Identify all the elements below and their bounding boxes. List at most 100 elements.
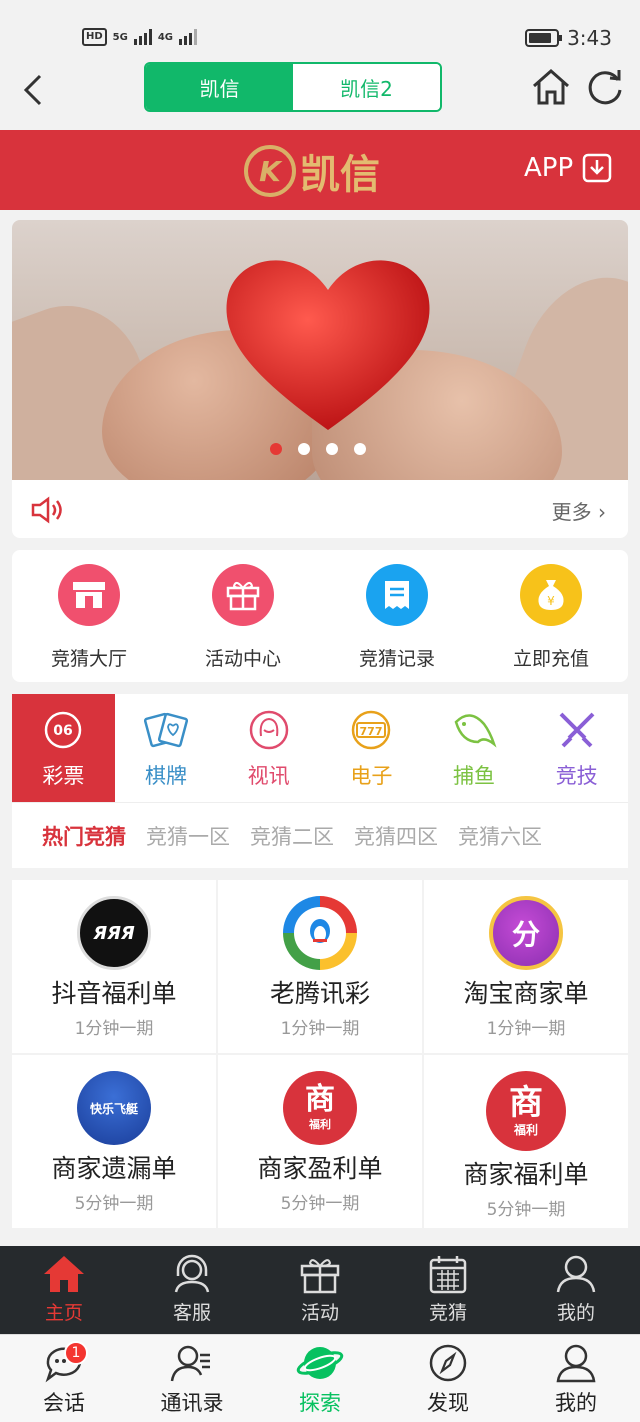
app-download-button[interactable]: APP <box>524 152 613 184</box>
tab-mine[interactable]: 我的 <box>512 1246 640 1334</box>
category-slots[interactable]: 777 电子 <box>320 694 423 802</box>
game-name: 抖音福利单 <box>51 979 177 1008</box>
quick-action-label: 活动中心 <box>204 648 281 670</box>
tab-label: 主页 <box>44 1302 83 1324</box>
quick-action-recharge[interactable]: ¥ 立即充值 <box>474 550 628 682</box>
tab-label: 会话 <box>43 1391 85 1415</box>
tab-kaixin2[interactable]: 凯信2 <box>293 64 440 110</box>
carousel-dot[interactable] <box>326 443 338 455</box>
wx-tab-explore[interactable]: 探索 <box>256 1335 384 1422</box>
lottery-badge-text: 06 <box>54 723 73 739</box>
tab-home[interactable]: 主页 <box>0 1246 128 1334</box>
category-lottery[interactable]: 06 彩票 <box>12 694 115 802</box>
brand-logo: K 凯信 <box>244 142 380 200</box>
quick-action-label: 立即充值 <box>512 648 589 670</box>
tab-service[interactable]: 客服 <box>128 1246 256 1334</box>
quick-action-events[interactable]: 活动中心 <box>166 550 320 682</box>
zone-tab-2[interactable]: 竞猜二区 <box>250 821 334 851</box>
category-cards[interactable]: 棋牌 <box>115 694 218 802</box>
game-card[interactable]: 分 淘宝商家单 1分钟一期 <box>424 880 628 1053</box>
wx-tab-contacts[interactable]: 通讯录 <box>128 1335 256 1422</box>
game-logo-icon <box>283 896 357 970</box>
game-card[interactable]: 商 福利 商家福利单 5分钟一期 <box>424 1055 628 1228</box>
category-fishing[interactable]: 捕鱼 <box>423 694 526 802</box>
tab-label: 通讯录 <box>160 1391 224 1415</box>
quick-actions: 竞猜大厅 活动中心 竞猜记录 ¥ 立即充值 <box>12 550 628 682</box>
game-logo-icon: ЯЯЯ <box>77 896 151 970</box>
game-card[interactable]: 商 福利 商家盈利单 5分钟一期 <box>218 1055 422 1228</box>
game-period: 1分钟一期 <box>74 1019 154 1039</box>
wx-tab-discover[interactable]: 发现 <box>384 1335 512 1422</box>
carousel-dot[interactable] <box>298 443 310 455</box>
quick-action-lobby[interactable]: 竞猜大厅 <box>12 550 166 682</box>
category-label: 竞技 <box>555 764 598 788</box>
game-logo-subtext: 福利 <box>309 1118 331 1131</box>
game-logo-text: 商 <box>509 1082 543 1123</box>
tab-label: 活动 <box>300 1302 339 1324</box>
quick-action-records[interactable]: 竞猜记录 <box>320 550 474 682</box>
game-period: 1分钟一期 <box>280 1019 360 1039</box>
svg-text:777: 777 <box>360 725 383 738</box>
banner-carousel[interactable] <box>12 220 628 480</box>
category-esports[interactable]: 竞技 <box>525 694 628 802</box>
category-label: 捕鱼 <box>453 764 496 788</box>
game-name: 商家遗漏单 <box>51 1154 177 1183</box>
tab-label: 探索 <box>299 1391 341 1415</box>
game-card[interactable]: 快乐飞艇 商家遗漏单 5分钟一期 <box>12 1055 216 1228</box>
category-label: 棋牌 <box>145 764 187 788</box>
signal-5g-label: 5G <box>112 31 128 43</box>
signal-bars-icon <box>179 29 198 45</box>
zone-tab-1[interactable]: 竞猜一区 <box>146 821 230 851</box>
game-logo-icon: 商 福利 <box>486 1071 566 1151</box>
carousel-dot[interactable] <box>270 443 282 455</box>
game-name: 淘宝商家单 <box>463 979 589 1008</box>
app-tab-bar: 主页 客服 活动 竞猜 我的 <box>0 1246 640 1334</box>
game-grid: ЯЯЯ 抖音福利单 1分钟一期 老腾讯彩 1分钟一期 分 淘宝商家单 1分钟一期… <box>12 880 628 1228</box>
wx-tab-me[interactable]: 我的 <box>512 1335 640 1422</box>
app-download-label: APP <box>524 153 574 183</box>
more-link[interactable]: 更多 › <box>552 496 606 525</box>
tab-label: 客服 <box>172 1302 211 1324</box>
home-icon <box>44 1256 84 1292</box>
game-card[interactable]: 老腾讯彩 1分钟一期 <box>218 880 422 1053</box>
headset-icon <box>174 1254 210 1293</box>
game-period: 5分钟一期 <box>280 1194 360 1214</box>
tab-guess[interactable]: 竞猜 <box>384 1246 512 1334</box>
game-period: 5分钟一期 <box>486 1200 566 1220</box>
lottery-ball-icon: 06 <box>45 711 82 749</box>
zone-tab-6[interactable]: 竞猜六区 <box>458 821 542 851</box>
game-logo-text: 商 <box>305 1082 335 1117</box>
svg-text:¥: ¥ <box>547 594 555 608</box>
back-icon[interactable] <box>14 70 54 110</box>
home-icon[interactable] <box>530 66 572 108</box>
site-switch-tabs: 凯信 凯信2 <box>144 62 442 112</box>
tab-label: 我的 <box>556 1302 595 1324</box>
tab-activity[interactable]: 活动 <box>256 1246 384 1334</box>
game-logo-icon: 快乐飞艇 <box>77 1071 151 1145</box>
carousel-dots <box>270 443 366 455</box>
tab-label: 竞猜 <box>428 1302 467 1324</box>
tab-kaixin[interactable]: 凯信 <box>146 64 293 110</box>
banner-heart-image <box>226 260 430 430</box>
top-nav: 凯信 凯信2 <box>0 60 640 130</box>
lottery-shop-icon <box>58 564 120 626</box>
game-logo-icon: 分 <box>489 896 563 970</box>
game-period: 1分钟一期 <box>486 1019 566 1039</box>
contacts-icon <box>170 1345 210 1382</box>
download-icon <box>582 153 612 183</box>
signal-bars-icon <box>133 29 152 45</box>
user-icon <box>556 1344 596 1383</box>
messenger-tab-bar: 1 会话 通讯录 探索 发现 我的 <box>0 1334 640 1422</box>
zone-tab-4[interactable]: 竞猜四区 <box>354 821 438 851</box>
money-bag-icon: ¥ <box>520 564 582 626</box>
quick-action-label: 竞猜大厅 <box>50 648 127 670</box>
game-card[interactable]: ЯЯЯ 抖音福利单 1分钟一期 <box>12 880 216 1053</box>
zone-tab-hot[interactable]: 热门竞猜 <box>42 821 126 851</box>
carousel-dot[interactable] <box>354 443 366 455</box>
quick-action-label: 竞猜记录 <box>358 648 435 670</box>
refresh-icon[interactable] <box>584 66 626 108</box>
wx-tab-chats[interactable]: 1 会话 <box>0 1335 128 1422</box>
hd-indicator: HD <box>82 28 107 46</box>
category-live[interactable]: 视讯 <box>217 694 320 802</box>
battery-icon <box>525 29 563 47</box>
